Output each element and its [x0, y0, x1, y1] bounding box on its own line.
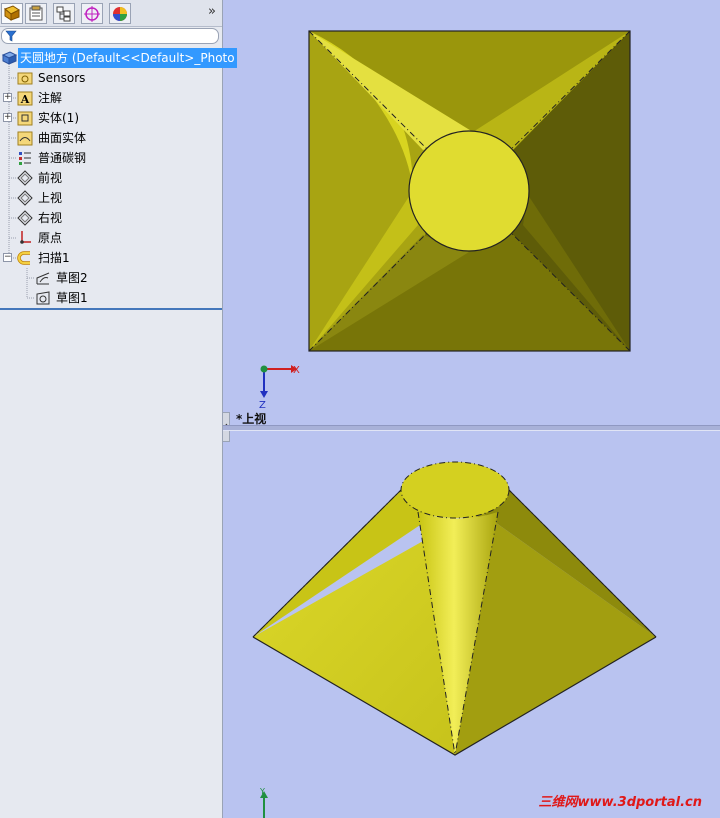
- panel-tab-bar: »: [0, 0, 222, 27]
- tree-item-label: 扫描1: [38, 251, 70, 265]
- tree-filter-input[interactable]: [1, 28, 219, 44]
- solid-bodies-icon: [17, 111, 33, 126]
- expand-toggle[interactable]: +: [3, 93, 12, 102]
- tree-item-label: Sensors: [38, 71, 86, 85]
- view-triad-top: X Z: [259, 365, 300, 411]
- featuremanager-icon: [4, 5, 20, 21]
- iso-view-model[interactable]: [252, 461, 657, 756]
- tree-root-label: 天圆地方 (Default<<Default>_Photo: [18, 48, 237, 68]
- feature-manager-panel: » 天圆地方 (Default<<Default>_Photo Sensors …: [0, 0, 237, 818]
- top-view-label: *上视: [236, 412, 267, 426]
- axis-x-label: X: [293, 365, 300, 376]
- tree-item-label: 右视: [38, 211, 63, 225]
- tree-item-label: 普通碳钢: [38, 151, 87, 165]
- tab-displaymanager[interactable]: [109, 3, 131, 24]
- tree-item-label: 注解: [38, 91, 63, 105]
- svg-text:A: A: [20, 93, 30, 106]
- more-tabs-chevron[interactable]: »: [208, 4, 216, 19]
- displaymanager-icon: [113, 7, 127, 21]
- tree-item-label: 草图2: [56, 271, 88, 285]
- top-view-model[interactable]: [308, 30, 631, 352]
- plane-icon: [17, 190, 33, 206]
- view-triad-iso: Y: [259, 787, 268, 818]
- tree-item-label: 实体(1): [38, 111, 79, 125]
- expand-toggle[interactable]: +: [3, 113, 12, 122]
- tree-item-label: 曲面实体: [38, 131, 87, 145]
- plane-icon: [17, 170, 33, 186]
- configurationmanager-icon: [56, 6, 71, 22]
- site-watermark: 三维网www.3dportal.cn: [538, 795, 702, 810]
- sketch-icon: [36, 272, 50, 285]
- propertymanager-icon: [29, 5, 43, 21]
- origin-icon: [20, 231, 31, 244]
- tree-item-label: 上视: [38, 191, 63, 205]
- axis-y-label: Y: [259, 787, 265, 796]
- top-circle-face: [408, 130, 530, 252]
- tab-dimxpert[interactable]: [81, 3, 103, 24]
- graphics-viewport[interactable]: X Z Y: [223, 0, 720, 818]
- tree-item-label: 草图1: [56, 291, 88, 305]
- sweep-feature-icon: [17, 251, 30, 265]
- top-ellipse-face: [400, 461, 510, 519]
- sketch-icon: [36, 291, 50, 305]
- sensor-folder-icon: [17, 72, 33, 85]
- material-icon: [19, 152, 31, 165]
- tab-propertymanager[interactable]: [25, 3, 47, 24]
- annotation-icon: A: [17, 91, 33, 106]
- tab-configurationmanager[interactable]: [53, 3, 75, 24]
- tree-item-label: 前视: [38, 171, 63, 185]
- plane-icon: [17, 210, 33, 226]
- tab-featuremanager[interactable]: [1, 3, 23, 24]
- surface-bodies-icon: [17, 131, 33, 146]
- viewport-split-bar[interactable]: [223, 425, 720, 431]
- filter-funnel-icon: [5, 30, 17, 42]
- tree-end-separator: [0, 308, 222, 310]
- dimxpert-icon: [84, 6, 100, 22]
- tree-item-label: 原点: [38, 231, 63, 245]
- collapse-toggle[interactable]: −: [3, 253, 12, 262]
